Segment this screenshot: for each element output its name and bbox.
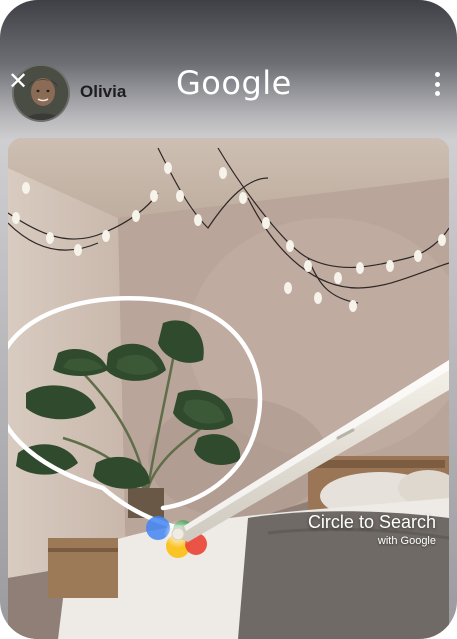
room-scene — [8, 138, 449, 639]
user-name: Olivia — [80, 82, 127, 101]
more-options-button[interactable] — [427, 70, 447, 98]
badge-subtitle: with Google — [377, 535, 436, 547]
badge-title: Circle to Search — [307, 512, 436, 532]
circle-to-search-badge: Circle to Search with Google — [276, 512, 436, 547]
close-button[interactable]: ✕ — [4, 68, 32, 96]
phone-screen: Circle to Search with Google ✕ Olivia Go… — [0, 0, 457, 639]
more-vert-icon — [434, 72, 440, 77]
google-logo: Google — [176, 64, 292, 102]
top-bar: ✕ Olivia Google — [0, 50, 457, 122]
close-icon: ✕ — [7, 68, 29, 95]
search-image[interactable]: Circle to Search with Google — [8, 138, 449, 639]
